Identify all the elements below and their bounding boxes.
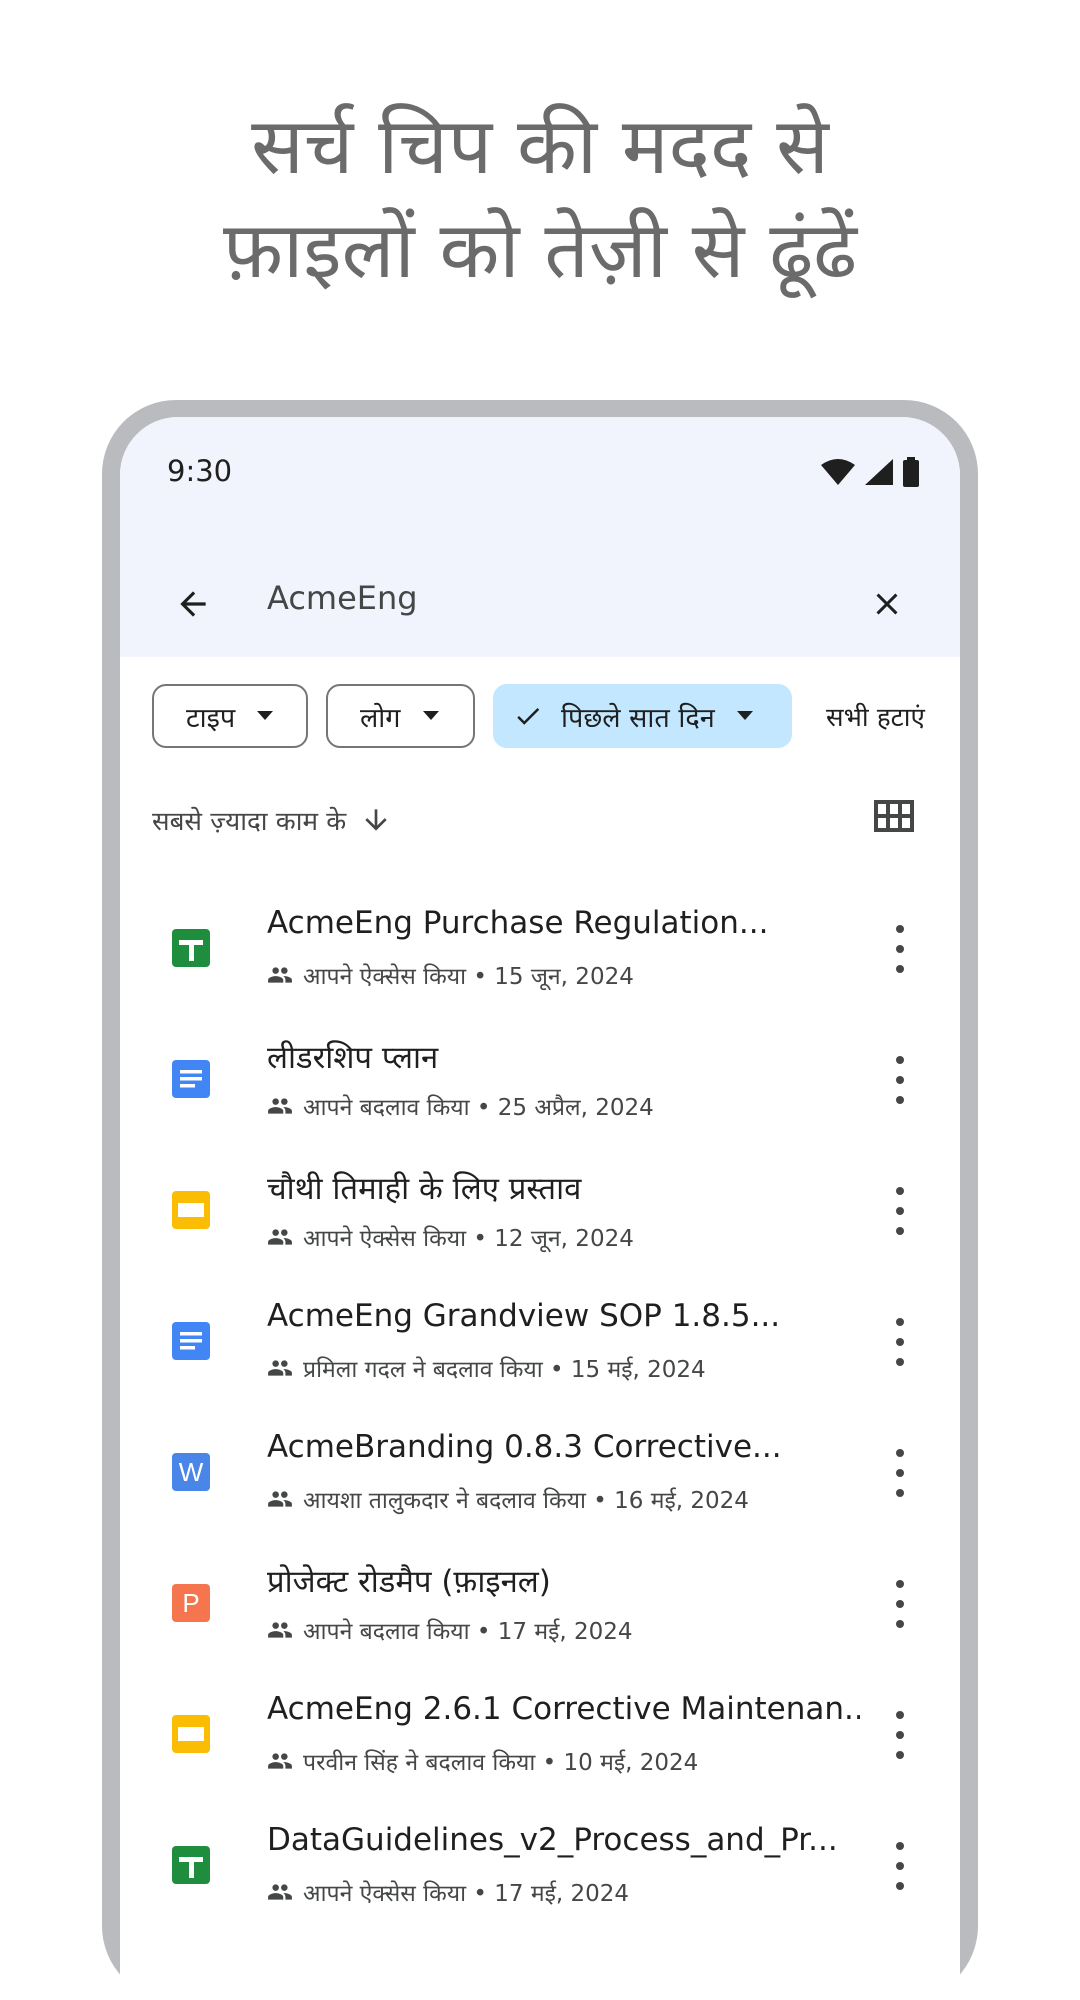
status-icons — [820, 457, 920, 487]
filter-chips: टाइप लोग पिछले सात दिन सभी हटाएं — [152, 684, 960, 750]
word-icon: W — [172, 1453, 210, 1491]
sort-label: सबसे ज़्यादा काम के — [152, 807, 347, 837]
grid-view-icon — [874, 800, 914, 832]
search-input[interactable]: AcmeEng — [267, 579, 418, 617]
file-meta: आपने ऐक्सेस किया • 12 जून, 2024 — [303, 1226, 634, 1252]
sort-row: सबसे ज़्यादा काम के — [152, 792, 928, 852]
file-subtitle: आपने बदलाव किया • 25 अप्रैल, 2024 — [267, 1090, 860, 1122]
date-chip-label: पिछले सात दिन — [561, 702, 715, 734]
file-list-item[interactable]: W AcmeBranding 0.8.3 Corrective... आयशा … — [120, 1421, 960, 1552]
grid-view-button[interactable] — [874, 800, 916, 842]
dropdown-arrow-icon — [736, 711, 753, 720]
type-filter-chip[interactable]: टाइप — [152, 684, 308, 748]
sort-button[interactable]: सबसे ज़्यादा काम के — [152, 802, 392, 838]
file-subtitle: आपने बदलाव किया • 17 मई, 2024 — [267, 1614, 860, 1646]
file-list-item[interactable]: DataGuidelines_v2_Process_and_Pr... आपने… — [120, 1814, 960, 1945]
docs-icon — [172, 1060, 210, 1098]
cellular-signal-icon — [865, 459, 893, 485]
file-list-item[interactable]: AcmeEng Purchase Regulation... आपने ऐक्स… — [120, 897, 960, 1028]
battery-icon — [903, 457, 919, 487]
shared-people-icon — [267, 1748, 293, 1774]
powerpoint-icon: P — [172, 1584, 210, 1622]
file-title: AcmeEng Purchase Regulation... — [267, 905, 769, 941]
file-subtitle: प्रमिला गदल ने बदलाव किया • 15 मई, 2024 — [267, 1352, 860, 1384]
file-list-item[interactable]: चौथी तिमाही के लिए प्रस्ताव आपने ऐक्सेस … — [120, 1159, 960, 1290]
shared-people-icon — [267, 1093, 293, 1119]
headline: सर्च चिप की मदद से फ़ाइलों को तेज़ी से ढ… — [0, 95, 1080, 303]
file-subtitle: आपने ऐक्सेस किया • 15 जून, 2024 — [267, 959, 860, 991]
headline-line-2: फ़ाइलों को तेज़ी से ढूंढें — [222, 206, 858, 296]
file-subtitle: परवीन सिंह ने बदलाव किया • 10 मई, 2024 — [267, 1745, 860, 1777]
more-options-button[interactable] — [888, 1449, 912, 1497]
wifi-icon — [821, 459, 855, 485]
dropdown-arrow-icon — [422, 711, 439, 720]
arrow-downward-icon — [360, 804, 392, 836]
clear-all-filters-button[interactable]: सभी हटाएं — [826, 684, 925, 748]
more-options-button[interactable] — [888, 1711, 912, 1759]
slides-icon — [172, 1191, 210, 1229]
file-meta: आपने बदलाव किया • 17 मई, 2024 — [303, 1619, 633, 1645]
file-title: प्रोजेक्ट रोडमैप (फ़ाइनल) — [267, 1564, 551, 1600]
more-options-button[interactable] — [888, 1056, 912, 1104]
phone-frame: 9:30 AcmeEng टाइप लोग पिछले सात दिन सभी … — [102, 400, 978, 2000]
sheets-icon — [172, 1846, 210, 1884]
arrow-back-icon — [180, 591, 206, 617]
more-options-button[interactable] — [888, 1842, 912, 1890]
file-list-item[interactable]: AcmeEng 2.6.1 Corrective Maintenan... पर… — [120, 1683, 960, 1814]
file-title: AcmeEng 2.6.1 Corrective Maintenan... — [267, 1691, 860, 1727]
file-title: DataGuidelines_v2_Process_and_Pr... — [267, 1822, 838, 1858]
check-icon — [513, 701, 543, 731]
file-title: AcmeBranding 0.8.3 Corrective... — [267, 1429, 782, 1465]
file-meta: परवीन सिंह ने बदलाव किया • 10 मई, 2024 — [303, 1750, 699, 1776]
shared-people-icon — [267, 1224, 293, 1250]
search-top-bar: 9:30 AcmeEng — [120, 417, 960, 657]
file-list-item[interactable]: AcmeEng Grandview SOP 1.8.5... प्रमिला ग… — [120, 1290, 960, 1421]
shared-people-icon — [267, 1355, 293, 1381]
sheets-icon — [172, 929, 210, 967]
shared-people-icon — [267, 962, 293, 988]
dropdown-arrow-icon — [257, 711, 274, 720]
close-icon — [876, 593, 898, 615]
more-options-button[interactable] — [888, 1318, 912, 1366]
people-chip-label: लोग — [360, 702, 401, 734]
docs-icon — [172, 1322, 210, 1360]
shared-people-icon — [267, 1617, 293, 1643]
file-title: लीडरशिप प्लान — [267, 1040, 439, 1076]
file-meta: आपने ऐक्सेस किया • 15 जून, 2024 — [303, 964, 634, 990]
status-time: 9:30 — [167, 454, 233, 488]
type-chip-label: टाइप — [186, 702, 236, 734]
headline-line-1: सर्च चिप की मदद से — [251, 102, 829, 192]
slides-icon — [172, 1715, 210, 1753]
more-options-button[interactable] — [888, 1580, 912, 1628]
phone-screen: 9:30 AcmeEng टाइप लोग पिछले सात दिन सभी … — [120, 417, 960, 2000]
file-title: चौथी तिमाही के लिए प्रस्ताव — [267, 1171, 582, 1207]
search-row: AcmeEng — [120, 557, 960, 657]
file-list-item[interactable]: लीडरशिप प्लान आपने बदलाव किया • 25 अप्रै… — [120, 1028, 960, 1159]
file-title: AcmeEng Grandview SOP 1.8.5... — [267, 1298, 781, 1334]
word-icon-letter: W — [179, 1457, 204, 1487]
file-subtitle: आयशा तालुकदार ने बदलाव किया • 16 मई, 202… — [267, 1483, 860, 1515]
shared-people-icon — [267, 1486, 293, 1512]
file-subtitle: आपने ऐक्सेस किया • 17 मई, 2024 — [267, 1876, 860, 1908]
shared-people-icon — [267, 1879, 293, 1905]
file-meta: आपने ऐक्सेस किया • 17 मई, 2024 — [303, 1881, 630, 1907]
more-options-button[interactable] — [888, 925, 912, 973]
back-button[interactable] — [165, 576, 221, 632]
more-options-button[interactable] — [888, 1187, 912, 1235]
file-meta: प्रमिला गदल ने बदलाव किया • 15 मई, 2024 — [303, 1357, 706, 1383]
powerpoint-icon-letter: P — [182, 1588, 199, 1618]
file-subtitle: आपने ऐक्सेस किया • 12 जून, 2024 — [267, 1221, 860, 1253]
file-meta: आपने बदलाव किया • 25 अप्रैल, 2024 — [303, 1095, 654, 1121]
date-filter-chip[interactable]: पिछले सात दिन — [493, 684, 792, 748]
file-list-item[interactable]: P प्रोजेक्ट रोडमैप (फ़ाइनल) आपने बदलाव क… — [120, 1552, 960, 1683]
file-meta: आयशा तालुकदार ने बदलाव किया • 16 मई, 202… — [303, 1488, 749, 1514]
clear-search-button[interactable] — [859, 576, 915, 632]
people-filter-chip[interactable]: लोग — [326, 684, 475, 748]
